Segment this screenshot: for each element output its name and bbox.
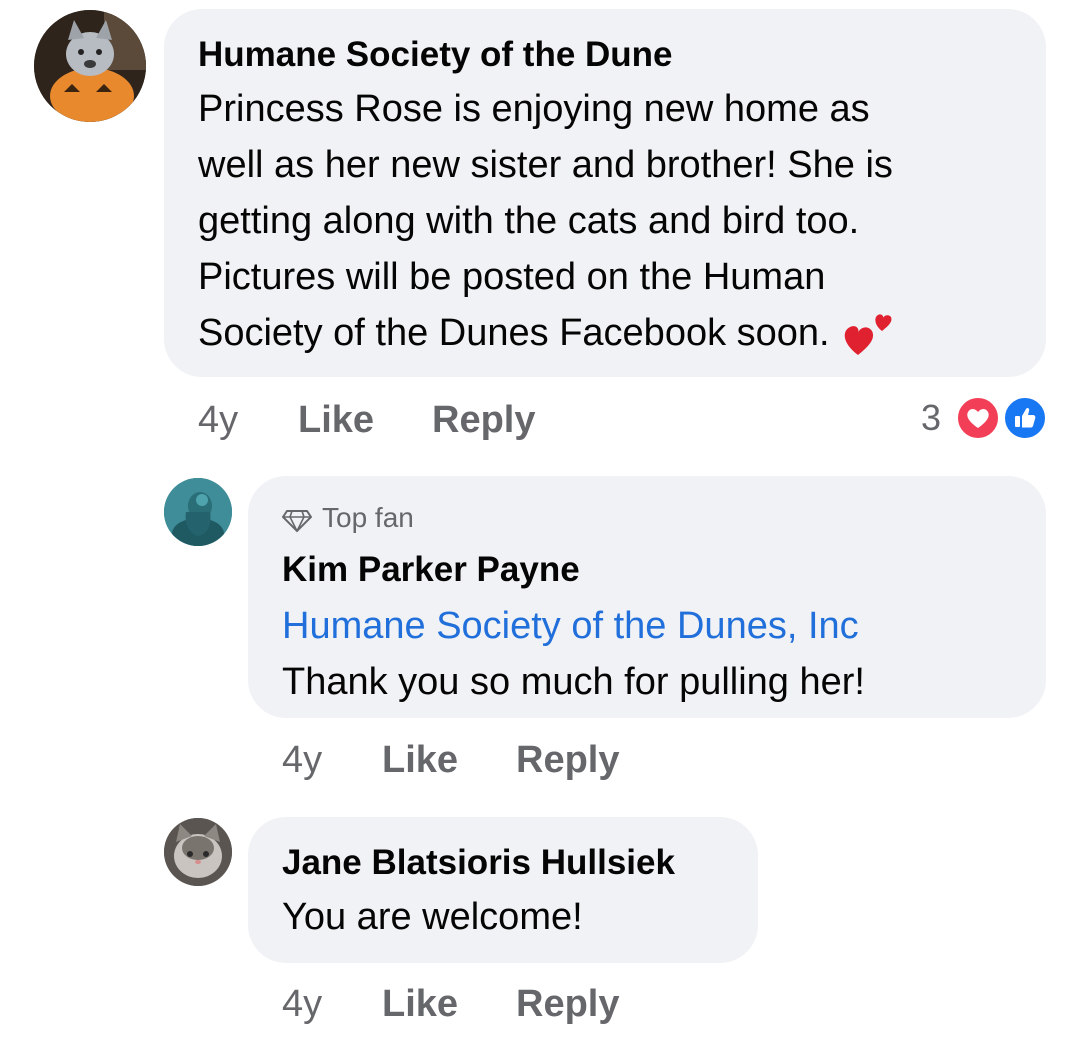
comment-text: Thank you so much for pulling her! <box>282 661 865 703</box>
avatar-humane-society[interactable] <box>34 10 146 122</box>
diamond-icon <box>281 506 313 533</box>
reaction-count[interactable]: 3 <box>921 396 941 440</box>
avatar-kim-parker-payne[interactable] <box>164 478 232 546</box>
like-button[interactable]: Like <box>298 398 374 442</box>
reply-button[interactable]: Reply <box>516 738 619 782</box>
comment-line: getting along with the cats and bird too… <box>198 200 860 242</box>
comment-meta: 4y Like Reply <box>282 982 782 1026</box>
comment-timestamp[interactable]: 4y <box>198 398 238 442</box>
comment-timestamp[interactable]: 4y <box>282 982 322 1026</box>
comment-bubble: Jane Blatsioris Hullsiek You are welcome… <box>248 817 758 963</box>
mention-link[interactable]: Humane Society of the Dunes, Inc <box>282 598 1046 654</box>
top-fan-badge[interactable]: Top fan <box>281 500 1046 536</box>
comment-text: You are welcome! <box>282 896 583 938</box>
badge-label: Top fan <box>322 502 414 533</box>
comment-author[interactable]: Kim Parker Payne <box>282 548 1046 592</box>
comment-bubble: Humane Society of the Dune Princess Rose… <box>164 9 1046 377</box>
comment-line: well as her new sister and brother! She … <box>198 144 893 186</box>
comment-text: Princess Rose is enjoying new home as we… <box>198 81 1046 361</box>
comment-timestamp[interactable]: 4y <box>282 738 322 782</box>
comment-bubble: Top fan Kim Parker Payne Humane Society … <box>248 476 1046 718</box>
comment-line: Society of the Dunes Facebook soon. <box>198 312 830 354</box>
like-reaction-icon[interactable] <box>1002 395 1048 441</box>
reply-button[interactable]: Reply <box>516 982 619 1026</box>
love-reaction-icon[interactable] <box>955 395 1001 441</box>
comment-line: Pictures will be posted on the Human <box>198 256 826 298</box>
like-button[interactable]: Like <box>382 982 458 1026</box>
reply-button[interactable]: Reply <box>432 398 535 442</box>
avatar-jane-blatsioris-hullsiek[interactable] <box>164 818 232 886</box>
comment-meta: 4y Like Reply <box>282 738 782 782</box>
comment-author[interactable]: Jane Blatsioris Hullsiek <box>282 841 758 885</box>
comment-author[interactable]: Humane Society of the Dune <box>198 33 1046 77</box>
comment-line: Princess Rose is enjoying new home as <box>198 88 870 130</box>
two-hearts-icon <box>840 305 896 361</box>
like-button[interactable]: Like <box>382 738 458 782</box>
